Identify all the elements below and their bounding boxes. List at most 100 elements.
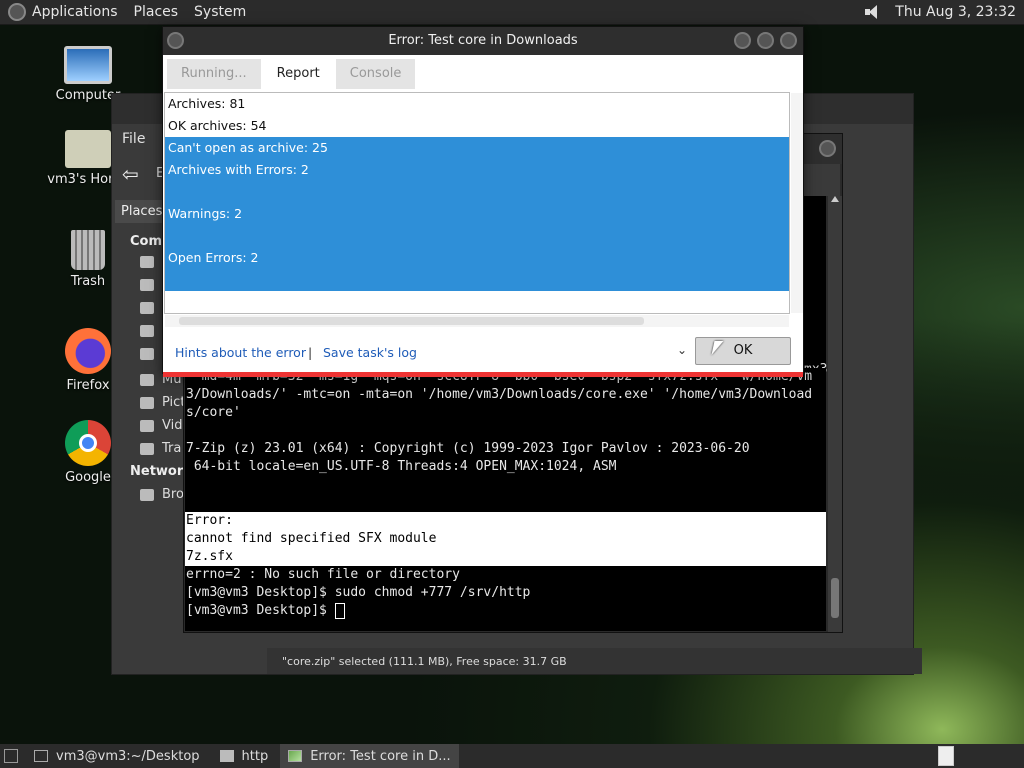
show-desktop-icon[interactable]	[4, 749, 18, 763]
top-panel: Applications Places System Thu Aug 3, 23…	[0, 0, 1024, 25]
terminal-line: 7-Zip (z) 23.01 (x64) : Copyright (c) 19…	[186, 441, 750, 456]
report-horizontal-scrollbar[interactable]	[165, 315, 789, 327]
desktop-icon-label: Trash	[70, 274, 106, 289]
sidebar-item[interactable]	[140, 348, 162, 360]
music-folder-icon	[140, 373, 154, 386]
folder-icon	[140, 348, 154, 360]
videos-folder-icon	[140, 419, 154, 432]
dialog-button-row: Hints about the error | Save task's log …	[163, 327, 803, 367]
computer-icon	[64, 46, 112, 84]
sidebar-item[interactable]	[140, 256, 162, 268]
terminal-line: [vm3@vm3 Desktop]$ sudo chmod +777 /srv/…	[186, 585, 531, 600]
terminal-cursor	[334, 602, 345, 619]
sidebar-item[interactable]	[140, 302, 162, 314]
sidebar-item-videos[interactable]: Vid	[140, 418, 182, 433]
terminal-scrollbar[interactable]	[828, 196, 842, 632]
scroll-up-arrow-icon[interactable]	[831, 196, 839, 202]
tab-report[interactable]: Report	[262, 59, 334, 89]
menu-file[interactable]: File	[122, 131, 145, 147]
taskbar-item-label: http	[241, 748, 269, 764]
terminal-icon	[34, 750, 48, 762]
report-line-selected	[165, 225, 789, 247]
taskbar-item-label: vm3@vm3:~/Desktop	[56, 748, 200, 764]
notes-tray-icon[interactable]	[938, 746, 954, 766]
maximize-icon[interactable]	[757, 32, 774, 49]
desktop-icon-label: Firefox	[66, 378, 110, 393]
back-arrow-icon[interactable]: ⇦	[122, 164, 142, 184]
sidebar-item-browse-network[interactable]: Bro	[140, 487, 184, 502]
terminal-line-highlighted: 7z.sfx	[185, 548, 826, 566]
chrome-icon	[65, 420, 111, 466]
pictures-folder-icon	[140, 396, 154, 409]
terminal-line: errno=2 : No such file or directory	[186, 567, 460, 582]
terminal-prompt-line: [vm3@vm3 Desktop]$	[185, 602, 826, 620]
report-vertical-scrollbar[interactable]	[791, 93, 803, 313]
places-tab[interactable]: Places	[115, 200, 169, 223]
folder-icon	[140, 256, 154, 268]
terminal-line-highlighted: Error:	[185, 512, 826, 530]
close-icon[interactable]	[819, 140, 836, 157]
report-line-selected: Can't open as archive: 25	[165, 137, 789, 159]
error-progress-bar	[163, 372, 803, 377]
report-line: OK archives: 54	[168, 118, 267, 133]
report-line: Archives: 81	[168, 96, 246, 111]
ok-button[interactable]: OK	[695, 337, 791, 365]
terminal-line: 3/Downloads/' -mtc=on -mta=on '/home/vm3…	[186, 387, 813, 402]
taskbar-item-http-folder[interactable]: http	[212, 744, 277, 768]
terminal-line: 64-bit locale=en_US.UTF-8 Threads:4 OPEN…	[186, 459, 617, 474]
folder-icon	[140, 279, 154, 291]
report-line-selected	[165, 269, 789, 291]
error-dialog: Error: Test core in Downloads Running...…	[162, 26, 804, 377]
terminal-line-highlighted: cannot find specified SFX module	[185, 530, 826, 548]
sidebar-item-pictures[interactable]: Pict	[140, 395, 185, 410]
home-folder-icon	[65, 130, 111, 168]
volume-icon[interactable]	[865, 5, 881, 19]
report-line-selected: Open Errors: 2	[165, 247, 789, 269]
sidebar-item[interactable]	[140, 325, 162, 337]
report-line-selected: Warnings: 2	[165, 203, 789, 225]
report-line-selected	[165, 181, 789, 203]
save-log-link[interactable]: Save task's log	[323, 345, 417, 360]
bottom-taskbar: vm3@vm3:~/Desktop http Error: Test core …	[0, 744, 1024, 768]
tab-running[interactable]: Running...	[167, 59, 261, 89]
sidebar-item-trash[interactable]: Tra	[140, 441, 181, 456]
network-icon	[140, 488, 154, 501]
report-text-area[interactable]: Archives: 81 OK archives: 54 Can't open …	[164, 92, 803, 327]
chevron-down-icon[interactable]: ⌄	[677, 343, 687, 357]
folder-icon	[140, 325, 154, 337]
taskbar-item-error-dialog[interactable]: Error: Test core in D...	[280, 744, 459, 768]
minimize-icon[interactable]	[734, 32, 751, 49]
scrollbar-thumb[interactable]	[831, 578, 839, 618]
menu-places[interactable]: Places	[134, 4, 179, 20]
taskbar-item-terminal[interactable]: vm3@vm3:~/Desktop	[26, 744, 208, 768]
distro-logo-icon[interactable]	[8, 3, 26, 21]
clock[interactable]: Thu Aug 3, 23:32	[895, 4, 1016, 20]
link-separator: |	[308, 345, 313, 360]
folder-icon	[219, 750, 234, 762]
hints-link[interactable]: Hints about the error	[175, 345, 306, 360]
folder-icon	[140, 302, 154, 314]
trash-icon	[140, 442, 154, 455]
menu-applications[interactable]: Applications	[32, 4, 118, 20]
taskbar-item-label: Error: Test core in D...	[310, 748, 451, 764]
dialog-titlebar[interactable]: Error: Test core in Downloads	[163, 27, 803, 55]
status-bar: "core.zip" selected (111.1 MB), Free spa…	[267, 648, 922, 674]
terminal-output[interactable]: -md=4m -mfb=32 -ms=1g -mqs=on -sccUTF-8 …	[185, 368, 826, 631]
terminal-prompt: [vm3@vm3 Desktop]$	[186, 603, 335, 618]
dialog-title: Error: Test core in Downloads	[388, 33, 578, 48]
tab-console[interactable]: Console	[335, 59, 416, 89]
terminal-line: s/core'	[186, 405, 241, 420]
report-line-selected: Archives with Errors: 2	[165, 159, 789, 181]
sidebar-item[interactable]	[140, 279, 162, 291]
close-icon[interactable]	[780, 32, 797, 49]
dialog-tabs: Running... Report Console	[167, 59, 417, 89]
trash-icon	[71, 230, 105, 270]
menu-system[interactable]: System	[194, 4, 246, 20]
firefox-icon	[65, 328, 111, 374]
window-menu-icon[interactable]	[167, 32, 184, 49]
scrollbar-thumb[interactable]	[179, 317, 644, 325]
desktop-icon-label: Google	[65, 470, 111, 485]
